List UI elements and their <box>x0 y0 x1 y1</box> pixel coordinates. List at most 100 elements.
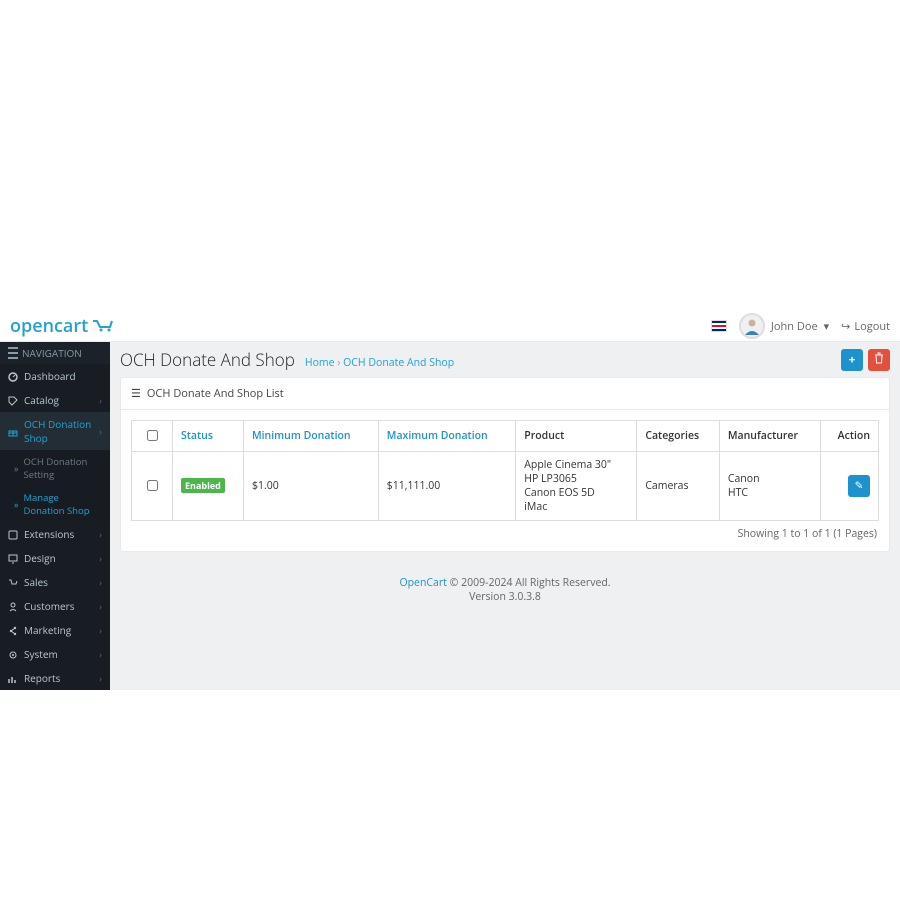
table-header-row: Status Minimum Donation Maximum Donation… <box>132 421 879 452</box>
nav-title: NAVIGATION <box>0 342 110 364</box>
pagination-info: Showing 1 to 1 of 1 (1 Pages) <box>131 521 879 541</box>
chevron-right-icon: › <box>99 672 102 685</box>
product-item: iMac <box>524 500 628 514</box>
user-name: John Doe <box>771 319 818 334</box>
panel: ☰ OCH Donate And Shop List Status Minimu… <box>120 377 890 552</box>
gear-icon <box>8 649 18 659</box>
sidebar-item-marketing[interactable]: Marketing › <box>0 618 110 642</box>
main-content: OCH Donate And Shop Home › OCH Donate An… <box>110 342 900 690</box>
manufacturer-item: Canon <box>728 472 813 486</box>
cell-products: Apple Cinema 30" HP LP3065 Canon EOS 5D … <box>516 452 637 521</box>
chevron-right-icon: › <box>99 648 102 661</box>
sidebar-item-label: Marketing <box>24 623 71 637</box>
panel-title: OCH Donate And Shop List <box>147 386 284 401</box>
trash-icon <box>874 351 884 368</box>
col-status: Status <box>173 421 244 452</box>
footer-version: Version 3.0.3.8 <box>469 590 541 604</box>
chevron-right-icon: › <box>99 600 102 613</box>
sidebar-item-reports[interactable]: Reports › <box>0 666 110 690</box>
monitor-icon <box>8 553 18 563</box>
sidebar-item-system[interactable]: System › <box>0 642 110 666</box>
sidebar-item-label: Reports <box>24 671 60 685</box>
sidebar-item-label: Customers <box>24 599 75 613</box>
delete-button[interactable] <box>868 349 890 371</box>
cell-manufacturers: Canon HTC <box>719 452 821 521</box>
footer: OpenCart © 2009-2024 All Rights Reserved… <box>110 562 900 618</box>
nav-title-label: NAVIGATION <box>22 346 82 360</box>
puzzle-icon <box>8 529 18 539</box>
col-min: Minimum Donation <box>243 421 378 452</box>
chevron-right-icon: › <box>99 425 102 438</box>
select-all-checkbox[interactable] <box>147 430 158 441</box>
submenu-label: Manage Donation Shop <box>23 491 102 517</box>
sort-status[interactable]: Status <box>181 429 213 443</box>
data-table: Status Minimum Donation Maximum Donation… <box>131 420 879 521</box>
sidebar-submenu: » OCH Donation Setting » Manage Donation S… <box>0 450 110 522</box>
footer-copy: © 2009-2024 All Rights Reserved. <box>447 576 611 590</box>
sidebar-item-och-donation-shop[interactable]: OCH Donation Shop › <box>0 412 110 450</box>
edit-button[interactable]: ✎ <box>848 475 870 497</box>
sort-max[interactable]: Maximum Donation <box>387 429 488 443</box>
add-button[interactable]: + <box>841 349 863 371</box>
submenu-label: OCH Donation Setting <box>23 455 102 481</box>
breadcrumb-home[interactable]: Home <box>305 356 335 370</box>
col-action: Action <box>821 421 879 452</box>
flag-icon[interactable] <box>711 320 727 332</box>
sidebar-item-label: Sales <box>24 575 48 589</box>
submenu-item-manage-donation-shop[interactable]: » Manage Donation Shop <box>0 486 110 522</box>
chevron-right-icon: › <box>99 528 102 541</box>
cart-icon <box>92 319 116 333</box>
list-icon: ☰ <box>131 386 141 401</box>
col-categories: Categories <box>637 421 720 452</box>
sidebar-item-design[interactable]: Design › <box>0 546 110 570</box>
product-item: Canon EOS 5D <box>524 486 628 500</box>
product-item: HP LP3065 <box>524 472 628 486</box>
row-checkbox[interactable] <box>147 480 158 491</box>
share-icon <box>8 625 18 635</box>
cell-max: $11,111.00 <box>378 452 515 521</box>
chevron-right-icon: › <box>99 552 102 565</box>
logout-button[interactable]: ↪ Logout <box>841 319 890 334</box>
logo[interactable]: opencart <box>10 314 116 338</box>
footer-link[interactable]: OpenCart <box>399 576 446 590</box>
blank-top <box>0 0 900 311</box>
sidebar-item-label: System <box>24 647 58 661</box>
col-manufacturer: Manufacturer <box>719 421 821 452</box>
dashboard-icon <box>8 371 18 381</box>
raquo-icon: » <box>14 462 18 475</box>
table-row: Enabled $1.00 $11,111.00 Apple Cinema 30… <box>132 452 879 521</box>
tag-icon <box>8 395 18 405</box>
chart-icon <box>8 673 18 683</box>
sidebar-item-label: OCH Donation Shop <box>24 417 99 445</box>
sidebar-item-customers[interactable]: Customers › <box>0 594 110 618</box>
breadcrumb: Home › OCH Donate And Shop <box>305 356 454 370</box>
sidebar-item-dashboard[interactable]: Dashboard <box>0 364 110 388</box>
breadcrumb-sep: › <box>337 356 340 370</box>
sidebar-item-label: Catalog <box>24 393 59 407</box>
hamburger-icon <box>8 347 18 359</box>
signout-icon: ↪ <box>841 319 850 334</box>
user-menu[interactable]: John Doe ▾ <box>739 313 829 339</box>
pencil-icon: ✎ <box>855 479 864 493</box>
sidebar-item-sales[interactable]: Sales › <box>0 570 110 594</box>
chevron-right-icon: › <box>99 576 102 589</box>
product-item: Apple Cinema 30" <box>524 458 628 472</box>
sidebar: NAVIGATION Dashboard Catalog › OCH Donat… <box>0 342 110 690</box>
raquo-icon: » <box>14 498 18 511</box>
plus-icon: + <box>849 351 856 368</box>
sort-min[interactable]: Minimum Donation <box>252 429 351 443</box>
chevron-right-icon: › <box>99 394 102 407</box>
header-bar: opencart John Doe ▾ ↪ Logout <box>0 311 900 342</box>
cell-categories: Cameras <box>637 452 720 521</box>
breadcrumb-current[interactable]: OCH Donate And Shop <box>343 356 454 370</box>
cell-min: $1.00 <box>243 452 378 521</box>
sidebar-item-extensions[interactable]: Extensions › <box>0 522 110 546</box>
col-product: Product <box>516 421 637 452</box>
avatar-icon <box>739 313 765 339</box>
user-icon <box>8 601 18 611</box>
sidebar-item-catalog[interactable]: Catalog › <box>0 388 110 412</box>
cart-icon <box>8 577 18 587</box>
col-max: Maximum Donation <box>378 421 515 452</box>
submenu-item-donation-setting[interactable]: » OCH Donation Setting <box>0 450 110 486</box>
gift-icon <box>8 426 18 436</box>
